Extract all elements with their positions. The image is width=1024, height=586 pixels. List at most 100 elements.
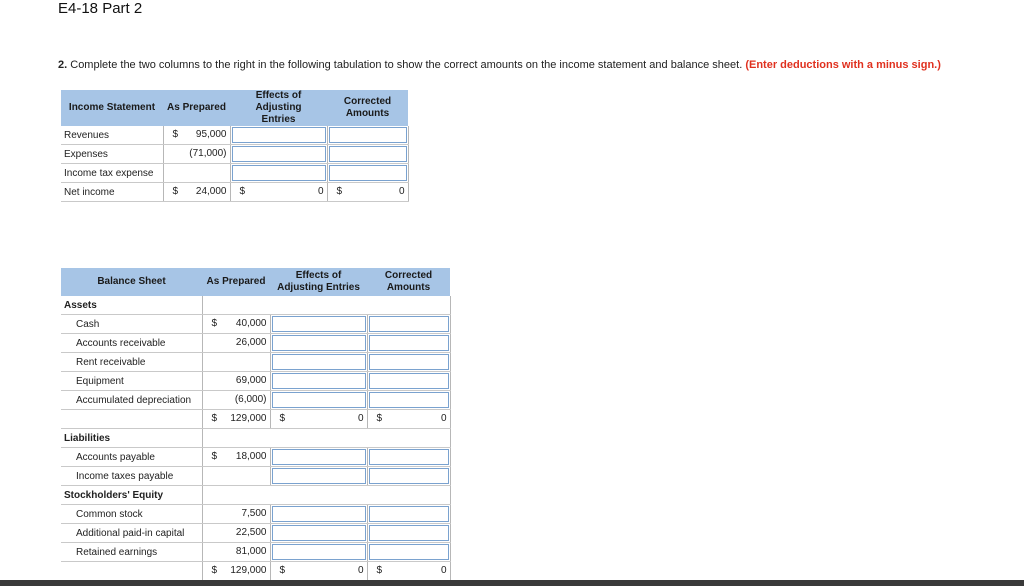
amount: 95,000 — [195, 129, 227, 140]
amount: (71,000) — [189, 148, 227, 159]
instructions: 2. Complete the two columns to the right… — [58, 59, 941, 71]
header-effects: Effects of Adjusting Entries — [230, 90, 327, 126]
table-row: Cash $40,000 — [61, 314, 451, 334]
effects-input-income-taxes-payable[interactable] — [271, 468, 366, 484]
corrected-input-rent-receivable[interactable] — [368, 354, 449, 370]
amount: 81,000 — [235, 546, 267, 557]
section-row: Stockholders' Equity — [61, 485, 451, 505]
amount: 129,000 — [230, 413, 267, 424]
table-row: Retained earnings 81,000 — [61, 542, 451, 562]
dollar-sign: $ — [172, 186, 179, 197]
table-row: Equipment 69,000 — [61, 371, 451, 391]
corrected-input-income-taxes-payable[interactable] — [368, 468, 449, 484]
total-value: 0 — [440, 565, 447, 576]
page-title: E4-18 Part 2 — [58, 0, 143, 17]
total-value: 0 — [357, 565, 364, 576]
effects-input-expenses[interactable] — [231, 146, 326, 162]
header-income-statement: Income Statement — [61, 90, 163, 126]
effects-input-accounts-receivable[interactable] — [271, 335, 366, 351]
table-row: Income tax expense — [61, 163, 409, 183]
amount: 69,000 — [235, 375, 267, 386]
row-label: Accounts receivable — [61, 333, 202, 353]
dollar-sign: $ — [211, 565, 218, 576]
header-balance-sheet: Balance Sheet — [61, 268, 202, 296]
dollar-sign: $ — [279, 413, 286, 424]
row-label: Rent receivable — [61, 352, 202, 372]
total-row: $129,000 $0 $0 — [61, 561, 451, 581]
corrected-input-expenses[interactable] — [328, 146, 407, 162]
dollar-sign: $ — [336, 186, 343, 197]
balance-sheet-table: Balance Sheet As Prepared Effects of Adj… — [61, 268, 451, 581]
row-label: Accumulated depreciation — [61, 390, 202, 410]
corrected-input-cash[interactable] — [368, 316, 449, 332]
amount: 129,000 — [230, 565, 267, 576]
dollar-sign: $ — [279, 565, 286, 576]
amount: 7,500 — [241, 508, 267, 519]
table-row: Income taxes payable — [61, 466, 451, 486]
effects-input-income-tax-expense[interactable] — [231, 165, 326, 181]
section-assets: Assets — [61, 296, 202, 315]
total-value: 0 — [440, 413, 447, 424]
dollar-sign: $ — [239, 186, 246, 197]
amount: (6,000) — [234, 394, 267, 405]
dollar-sign: $ — [376, 413, 383, 424]
instruction-number: 2. — [58, 59, 68, 71]
effects-input-retained-earnings[interactable] — [271, 544, 366, 560]
table-row: Additional paid-in capital 22,500 — [61, 523, 451, 543]
amount: 22,500 — [235, 527, 267, 538]
row-label: Cash — [61, 314, 202, 334]
row-label: Income tax expense — [61, 163, 163, 183]
row-label: Income taxes payable — [61, 466, 202, 486]
corrected-input-additional-paid-in-capital[interactable] — [368, 525, 449, 541]
dollar-sign: $ — [211, 318, 218, 329]
amount: 26,000 — [235, 337, 267, 348]
effects-input-accounts-payable[interactable] — [271, 449, 366, 465]
row-label: Common stock — [61, 504, 202, 524]
effects-input-common-stock[interactable] — [271, 506, 366, 522]
total-value: 0 — [317, 186, 324, 197]
section-row: Liabilities — [61, 428, 451, 448]
table-row: Accounts payable $18,000 — [61, 447, 451, 467]
effects-input-cash[interactable] — [271, 316, 366, 332]
dollar-sign: $ — [172, 129, 179, 140]
dollar-sign: $ — [211, 413, 218, 424]
corrected-input-income-tax-expense[interactable] — [328, 165, 407, 181]
corrected-input-common-stock[interactable] — [368, 506, 449, 522]
effects-input-revenues[interactable] — [231, 127, 326, 143]
corrected-input-revenues[interactable] — [328, 127, 407, 143]
total-row: $129,000 $0 $0 — [61, 409, 451, 429]
total-value: 0 — [398, 186, 405, 197]
instruction-note: (Enter deductions with a minus sign.) — [745, 59, 941, 71]
section-stockholders-equity: Stockholders' Equity — [61, 485, 202, 505]
corrected-input-retained-earnings[interactable] — [368, 544, 449, 560]
corrected-input-equipment[interactable] — [368, 373, 449, 389]
amount: 24,000 — [195, 186, 227, 197]
corrected-input-accumulated-depreciation[interactable] — [368, 392, 449, 408]
header-effects: Effects of Adjusting Entries — [270, 268, 367, 296]
bottom-scrollbar[interactable] — [0, 580, 1024, 586]
header-corrected: Corrected Amounts — [327, 90, 408, 126]
effects-input-rent-receivable[interactable] — [271, 354, 366, 370]
instruction-text: Complete the two columns to the right in… — [70, 59, 743, 71]
header-as-prepared: As Prepared — [163, 90, 230, 126]
row-label: Accounts payable — [61, 447, 202, 467]
table-row: Rent receivable — [61, 352, 451, 372]
section-liabilities: Liabilities — [61, 428, 202, 448]
row-label: Retained earnings — [61, 542, 202, 562]
amount: 18,000 — [235, 451, 267, 462]
table-row: Revenues $95,000 — [61, 126, 409, 145]
effects-input-additional-paid-in-capital[interactable] — [271, 525, 366, 541]
section-row: Assets — [61, 296, 451, 315]
corrected-input-accounts-payable[interactable] — [368, 449, 449, 465]
total-row: Net income $24,000 $0 $0 — [61, 182, 409, 202]
total-value: 0 — [357, 413, 364, 424]
effects-input-equipment[interactable] — [271, 373, 366, 389]
dollar-sign: $ — [211, 451, 218, 462]
header-as-prepared: As Prepared — [202, 268, 270, 296]
table-row: Accounts receivable 26,000 — [61, 333, 451, 353]
corrected-input-accounts-receivable[interactable] — [368, 335, 449, 351]
dollar-sign: $ — [376, 565, 383, 576]
effects-input-accumulated-depreciation[interactable] — [271, 392, 366, 408]
table-row: Accumulated depreciation (6,000) — [61, 390, 451, 410]
income-statement-table: Income Statement As Prepared Effects of … — [61, 90, 409, 202]
